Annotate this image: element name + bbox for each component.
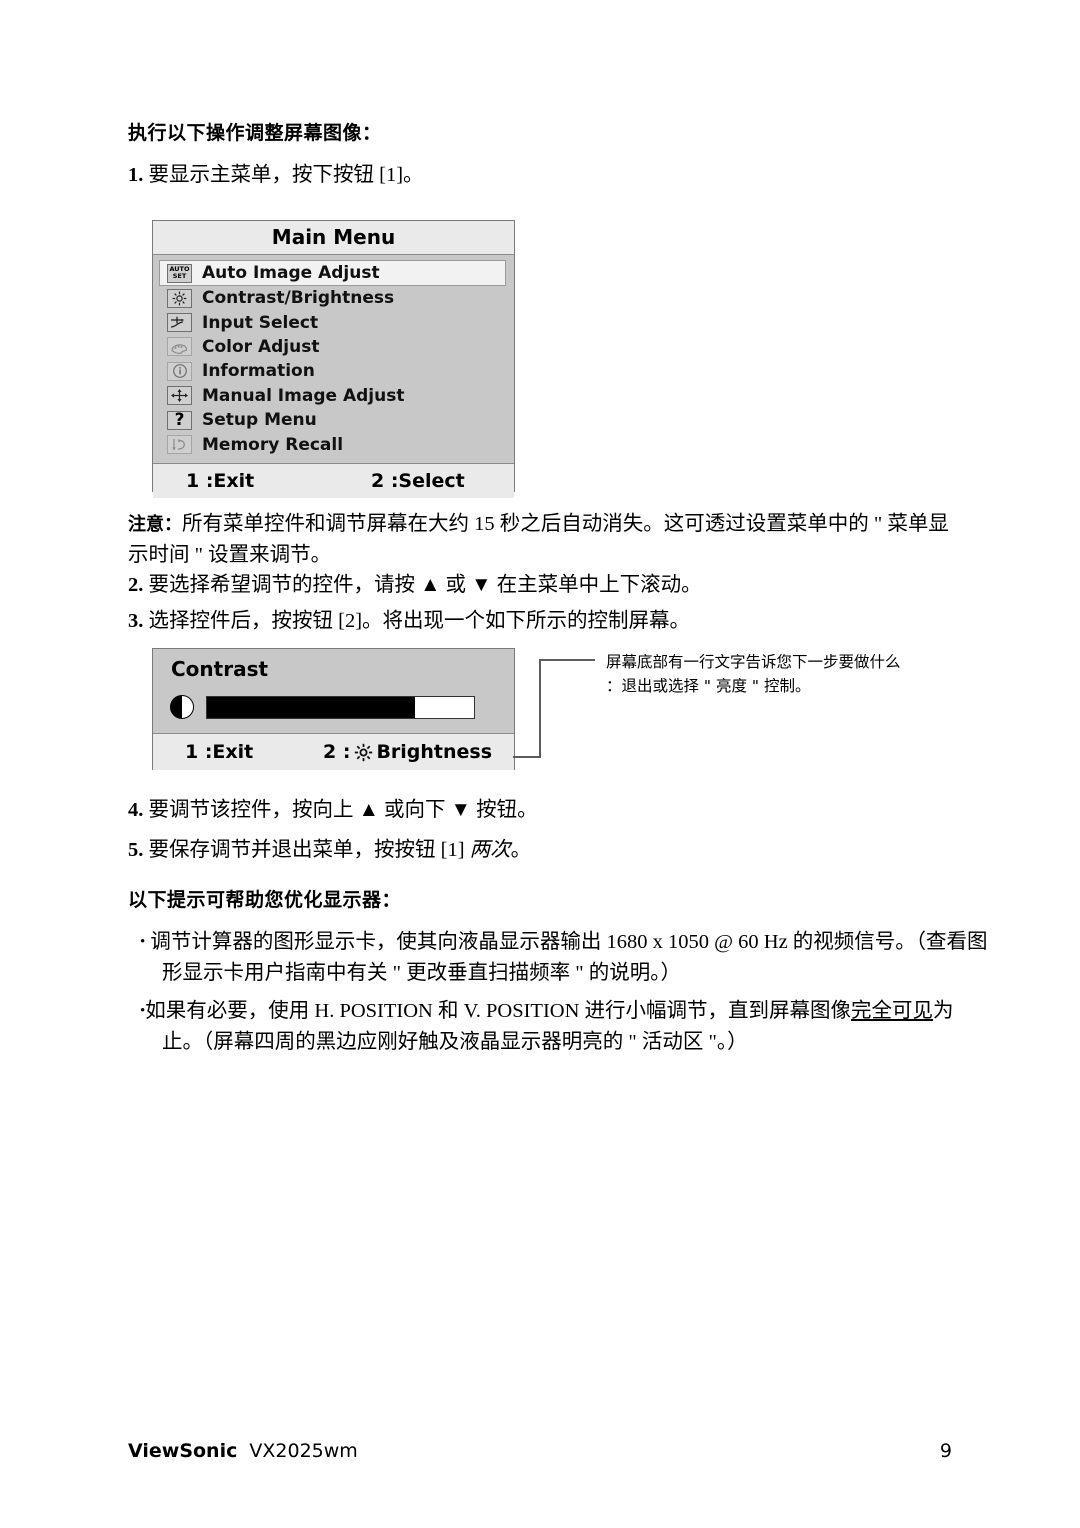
menu-item-input-select[interactable]: Input Select	[153, 310, 514, 334]
tip-2-text-underlined: 完全可见	[851, 1000, 934, 1022]
model-name: VX2025wm	[249, 1440, 358, 1462]
menu-item-label: Input Select	[202, 312, 319, 333]
callout-line-horizontal-lower	[513, 756, 541, 758]
menu-item-color-adjust[interactable]: Color Adjust	[153, 335, 514, 359]
page-number: 9	[939, 1440, 952, 1462]
step-2-text: 要选择希望调节的控件，请按 ▲ 或 ▼ 在主菜单中上下滚动。	[148, 574, 702, 596]
step-5-number: 5.	[128, 839, 144, 861]
step-4-number: 4.	[128, 799, 144, 821]
brightness-sun-icon	[353, 742, 373, 762]
question-glyph: ?	[174, 409, 185, 430]
step-4: 4. 要调节该控件，按向上 ▲ 或向下 ▼ 按钮。	[128, 795, 538, 825]
callout-line-1: 屏幕底部有一行文字告诉您下一步要做什么	[606, 653, 901, 671]
step-4-text: 要调节该控件，按向上 ▲ 或向下 ▼ 按钮。	[148, 799, 538, 821]
brightness-sun-icon	[167, 288, 192, 308]
callout-line-vertical	[539, 659, 541, 758]
step-5-text-end: 。	[510, 839, 532, 861]
contrast-circle-icon	[170, 695, 194, 719]
osd-main-menu-body: AUTO SET Auto Image Adjust Contrast/Brig…	[153, 255, 514, 463]
osd-main-menu-title: Main Menu	[153, 221, 514, 255]
callout-line-2: ：退出或选择 " 亮度 " 控制。	[606, 677, 811, 695]
callout-text: 屏幕底部有一行文字告诉您下一步要做什么 ：退出或选择 " 亮度 " 控制。	[606, 650, 1006, 698]
tip-1-text: 调节计算器的图形显示卡，使其向液晶显示器输出 1680 x 1050 @ 60 …	[150, 931, 988, 984]
step-3-text: 选择控件后，按按钮 [2]。将出现一个如下所示的控制屏幕。	[148, 610, 691, 632]
osd-main-menu: Main Menu AUTO SET Auto Image Adjust Con…	[152, 220, 515, 498]
contrast-exit-hint[interactable]: 1 :Exit	[185, 734, 253, 770]
osd-main-menu-footer: 1 :Exit 2 :Select	[153, 463, 514, 498]
menu-item-label: Auto Image Adjust	[202, 263, 380, 283]
tip-item-1: • 调节计算器的图形显示卡，使其向液晶显示器输出 1680 x 1050 @ 6…	[140, 927, 988, 989]
note-label: 注意：	[128, 514, 182, 535]
footer-left-group: ViewSonic VX2025wm	[128, 1440, 358, 1462]
tip-item-2: •如果有必要，使用 H. POSITION 和 V. POSITION 进行小幅…	[140, 996, 988, 1058]
step-2: 2. 要选择希望调节的控件，请按 ▲ 或 ▼ 在主菜单中上下滚动。	[128, 570, 702, 600]
information-icon	[167, 361, 192, 381]
menu-item-label: Setup Menu	[202, 410, 317, 431]
step-2-number: 2.	[128, 574, 144, 596]
menu-item-label: Color Adjust	[202, 336, 320, 357]
input-select-icon	[167, 313, 192, 333]
menu-item-label: Manual Image Adjust	[202, 385, 405, 406]
osd-contrast-panel: Contrast 1 :Exit 2 : Brightness	[152, 648, 515, 770]
page-footer: ViewSonic VX2025wm 9	[128, 1440, 952, 1462]
contrast-brightness-prefix: 2 :	[323, 741, 351, 763]
step-3-number: 3.	[128, 610, 144, 632]
manual-image-adjust-icon	[167, 386, 192, 406]
menu-item-memory-recall[interactable]: Memory Recall	[153, 432, 514, 456]
step-5-text: 要保存调节并退出菜单，按按钮 [1]	[148, 839, 470, 861]
menu-item-label: Information	[202, 361, 315, 382]
contrast-title: Contrast	[171, 657, 269, 681]
main-menu-exit-hint[interactable]: 1 :Exit	[186, 464, 254, 498]
section-heading: 执行以下操作调整屏幕图像：	[128, 122, 382, 144]
step-5-emphasis: 两次	[469, 839, 511, 861]
osd-contrast-footer: 1 :Exit 2 : Brightness	[153, 733, 514, 770]
contrast-brightness-label: Brightness	[376, 741, 493, 763]
bullet-dot-icon: •	[140, 934, 146, 950]
menu-item-manual-image-adjust[interactable]: Manual Image Adjust	[153, 384, 514, 408]
contrast-brightness-hint[interactable]: 2 : Brightness	[323, 734, 492, 770]
tip-2-text-pre: 如果有必要，使用 H. POSITION 和 V. POSITION 进行小幅调…	[145, 1000, 852, 1022]
memory-recall-icon	[167, 435, 192, 455]
brand-name: ViewSonic	[128, 1440, 238, 1462]
main-menu-select-hint[interactable]: 2 :Select	[371, 464, 465, 498]
callout-line-horizontal-upper	[539, 659, 595, 661]
menu-item-auto-image-adjust[interactable]: AUTO SET Auto Image Adjust	[159, 260, 506, 286]
step-1-text: 要显示主菜单，按下按钮 [1]。	[148, 164, 424, 186]
menu-item-label: Memory Recall	[202, 434, 344, 455]
osd-contrast-body: Contrast	[153, 649, 514, 733]
step-3: 3. 选择控件后，按按钮 [2]。将出现一个如下所示的控制屏幕。	[128, 606, 690, 636]
question-mark-icon: ?	[167, 409, 192, 430]
note-text: 所有菜单控件和调节屏幕在大约 15 秒之后自动消失。这可透过设置菜单中的 " 菜…	[128, 513, 949, 566]
menu-item-setup-menu[interactable]: ? Setup Menu	[153, 408, 514, 432]
menu-item-label: Contrast/Brightness	[202, 288, 395, 309]
contrast-slider[interactable]	[170, 695, 475, 719]
step-1-number: 1.	[128, 164, 144, 186]
note-block: 注意：所有菜单控件和调节屏幕在大约 15 秒之后自动消失。这可透过设置菜单中的 …	[128, 509, 966, 570]
document-page: 执行以下操作调整屏幕图像： 1. 要显示主菜单，按下按钮 [1]。 Main M…	[0, 0, 1080, 1528]
step-5: 5. 要保存调节并退出菜单，按按钮 [1] 两次。	[128, 835, 531, 865]
contrast-slider-track[interactable]	[206, 695, 475, 719]
tips-heading: 以下提示可帮助您优化显示器：	[128, 889, 402, 911]
color-palette-icon	[167, 337, 192, 357]
auto-set-icon: AUTO SET	[167, 263, 192, 283]
menu-item-information[interactable]: Information	[153, 359, 514, 383]
auto-icon-line2: SET	[172, 272, 187, 280]
step-1: 1. 要显示主菜单，按下按钮 [1]。	[128, 160, 424, 190]
menu-item-contrast-brightness[interactable]: Contrast/Brightness	[153, 286, 514, 310]
contrast-slider-fill	[207, 696, 416, 718]
